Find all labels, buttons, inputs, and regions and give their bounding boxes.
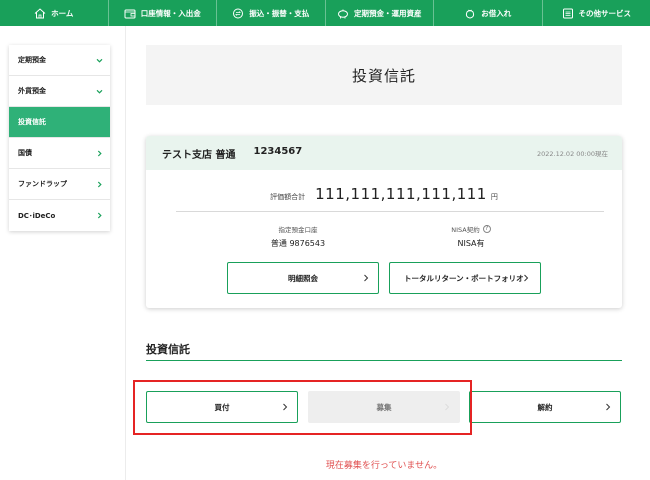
section-underline — [146, 360, 622, 361]
list-icon — [562, 8, 573, 18]
total-return-portfolio-button[interactable]: トータルリターン・ポートフォリオ — [389, 262, 541, 294]
chevron-right-icon — [97, 150, 102, 156]
page-title-panel: 投資信託 — [146, 45, 622, 105]
page-title: 投資信託 — [351, 66, 416, 85]
nav-label: ホーム — [51, 8, 74, 18]
chevron-right-icon — [97, 181, 102, 187]
nav-label: 定期預金・運用資産 — [354, 8, 422, 18]
sidebar-item-label: 国債 — [18, 149, 32, 157]
nav-loans[interactable]: お借入れ — [434, 0, 543, 26]
nav-home[interactable]: ホーム — [0, 0, 109, 26]
valuation-unit: 円 — [490, 193, 498, 201]
wallet-icon — [124, 9, 136, 18]
nav-label: 振込・振替・支払 — [249, 8, 310, 18]
button-label: 解約 — [537, 402, 553, 412]
sidebar: 定期預金 外貨預金 投資信託 国債 ファンドラップ DC･iDeCo — [9, 45, 110, 231]
sidebar-item-dc-ideco[interactable]: DC･iDeCo — [9, 200, 110, 231]
section-title: 投資信託 — [146, 343, 190, 356]
nisa-value: NISA有 — [457, 239, 485, 248]
sidebar-item-investment-trust[interactable]: 投資信託 — [9, 107, 110, 138]
nav-label: お借入れ — [481, 8, 512, 18]
nav-deposits[interactable]: 定期預金・運用資産 — [326, 0, 434, 26]
as-of-timestamp: 2022.12.02 00:00現在 — [536, 150, 608, 158]
account-card-header: テスト支店 普通 1234567 2022.12.02 00:00現在 — [146, 136, 622, 170]
sidebar-item-fund-wrap[interactable]: ファンドラップ — [9, 169, 110, 200]
valuation-label: 評価額合計 — [270, 193, 306, 201]
designated-account-value: 普通 9876543 — [270, 239, 326, 248]
transfer-icon — [233, 8, 244, 18]
chevron-right-icon — [524, 274, 529, 282]
valuation-value: 111,111,111,111,111 — [315, 185, 487, 203]
button-label: トータルリターン・ポートフォリオ — [404, 273, 524, 283]
sidebar-item-government-bonds[interactable]: 国債 — [9, 138, 110, 169]
nav-label: その他サービス — [578, 8, 632, 18]
nisa-label: NISA契約 — [451, 226, 480, 234]
sidebar-item-label: 定期預金 — [18, 56, 46, 64]
highlight-annotation — [133, 380, 472, 435]
statement-inquiry-button[interactable]: 明細照会 — [227, 262, 379, 294]
account-number: 1234567 — [253, 145, 303, 157]
sidebar-item-label: DC･iDeCo — [18, 211, 56, 220]
nav-label: 口座情報・入出金 — [140, 8, 201, 18]
sidebar-item-label: 外貨預金 — [18, 87, 46, 95]
cancel-contract-button[interactable]: 解約 — [469, 391, 621, 423]
column-divider — [125, 26, 126, 480]
piggy-bank-icon — [338, 9, 348, 18]
global-nav: ホーム 口座情報・入出金 振込・振替・支払 定期預金・運用資産 お借入れ その他… — [0, 0, 650, 26]
chevron-right-icon — [364, 274, 369, 282]
nav-transfer[interactable]: 振込・振替・支払 — [217, 0, 326, 26]
designated-account-label: 指定預金口座 — [278, 226, 318, 234]
designated-account-info: 指定預金口座 普通 9876543 — [228, 224, 368, 249]
chevron-down-icon — [96, 89, 103, 94]
sidebar-item-foreign-deposit[interactable]: 外貨預金 — [9, 76, 110, 107]
home-icon — [34, 7, 46, 18]
nisa-info: NISA契約 ? NISA有 — [401, 224, 541, 249]
sidebar-item-time-deposit[interactable]: 定期預金 — [9, 45, 110, 76]
nav-account-info[interactable]: 口座情報・入出金 — [109, 0, 217, 26]
sidebar-item-label: ファンドラップ — [18, 180, 67, 188]
divider — [176, 211, 604, 212]
chevron-down-icon — [96, 58, 103, 63]
loan-icon — [466, 9, 475, 19]
account-branch: テスト支店 普通 — [162, 149, 236, 161]
help-icon[interactable]: ? — [482, 225, 491, 233]
subscription-notice: 現在募集を行っていません。 — [325, 461, 443, 471]
account-card: テスト支店 普通 1234567 2022.12.02 00:00現在 評価額合… — [146, 136, 622, 308]
nav-other[interactable]: その他サービス — [543, 0, 650, 26]
account-summary: テスト支店 普通 1234567 — [162, 146, 302, 161]
button-label: 明細照会 — [288, 273, 318, 283]
sidebar-item-label: 投資信託 — [18, 118, 46, 126]
chevron-right-icon — [606, 403, 611, 411]
valuation-row: 評価額合計 111,111,111,111,111 円 — [146, 185, 622, 203]
chevron-right-icon — [97, 212, 102, 219]
